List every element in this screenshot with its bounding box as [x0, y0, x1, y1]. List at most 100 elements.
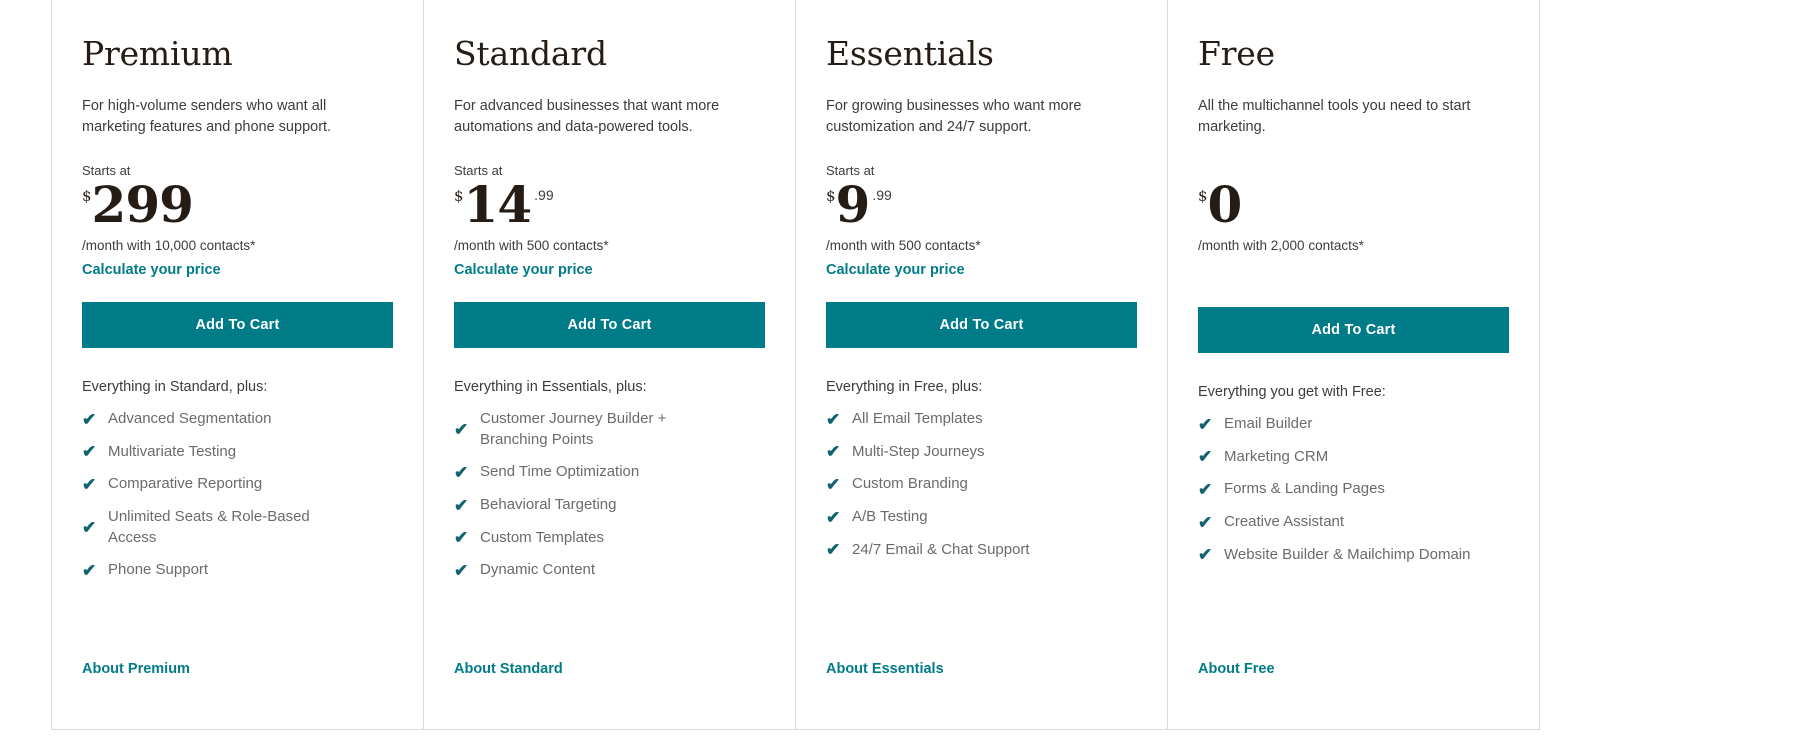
price-display: $9.99	[826, 175, 1137, 235]
feature-label: Comparative Reporting	[108, 475, 263, 493]
plan-description: All the multichannel tools you need to s…	[1198, 98, 1471, 135]
check-icon: ✔	[454, 561, 469, 581]
check-icon: ✔	[826, 409, 841, 429]
feature-label: Creative Assistant	[1224, 512, 1345, 530]
contacts-note: /month with 500 contacts*	[454, 238, 609, 254]
calculate-price-link[interactable]: Calculate your price	[826, 261, 965, 280]
feature-list: ✔ Email Builder ✔ Marketing CRM ✔ Forms & Lan…	[1198, 414, 1509, 565]
features-heading: Everything in Essentials, plus:	[454, 379, 647, 395]
price-cents: .99	[872, 187, 892, 204]
calculate-price-link[interactable]: Calculate your price	[454, 261, 593, 280]
contacts-note: /month with 2,000 contacts*	[1198, 238, 1364, 254]
check-icon: ✔	[454, 495, 469, 515]
check-icon: ✔	[454, 463, 469, 483]
plan-description: For advanced businesses that want more a…	[454, 98, 720, 135]
feature-label: Behavioral Targeting	[480, 495, 617, 513]
contacts-note: /month with 500 contacts*	[826, 238, 981, 254]
feature-label: 24/7 Email & Chat Support	[852, 540, 1030, 558]
plan-name: Free	[1198, 34, 1275, 73]
feature-label: Send Time Optimization	[480, 463, 640, 481]
feature-item: ✔ Multi-Step Journeys	[826, 442, 1137, 463]
price-display: $299	[82, 175, 393, 235]
feature-list: ✔ All Email Templates ✔ Multi-Step Journeys…	[826, 409, 1137, 560]
add-to-cart-button[interactable]: Add To Cart	[454, 302, 765, 348]
check-icon: ✔	[1198, 512, 1213, 532]
currency-symbol: $	[454, 187, 464, 206]
price-amount: 0	[1207, 175, 1243, 235]
add-to-cart-button[interactable]: Add To Cart	[82, 302, 393, 348]
feature-label: Unlimited Seats & Role-Based Access	[108, 507, 310, 546]
check-icon: ✔	[82, 409, 97, 429]
feature-item: ✔ Comparative Reporting	[82, 474, 393, 495]
plan-name: Premium	[82, 34, 233, 73]
about-plan-link[interactable]: About Essentials	[826, 661, 944, 677]
feature-item: ✔ A/B Testing	[826, 507, 1137, 528]
add-to-cart-button[interactable]: Add To Cart	[1198, 307, 1509, 353]
feature-item: ✔ All Email Templates	[826, 409, 1137, 430]
feature-label: Advanced Segmentation	[108, 409, 272, 427]
plan-description: For growing businesses who want more cus…	[826, 98, 1082, 135]
feature-label: Customer Journey Builder + Branching Poi…	[480, 409, 667, 448]
feature-item: ✔ Advanced Segmentation	[82, 409, 393, 430]
feature-label: Multivariate Testing	[108, 442, 237, 460]
feature-item: ✔ Customer Journey Builder + Branching Po…	[454, 409, 765, 450]
feature-item: ✔ Creative Assistant	[1198, 512, 1509, 533]
plan-column-free: Free All the multichannel tools you need …	[1167, 0, 1539, 729]
about-plan-link[interactable]: About Standard	[454, 661, 563, 677]
price-amount: 299	[91, 175, 194, 235]
check-icon: ✔	[82, 518, 97, 538]
feature-item: ✔ Unlimited Seats & Role-Based Access	[82, 507, 393, 548]
features-heading: Everything in Free, plus:	[826, 379, 983, 395]
starts-at-label: Starts at	[826, 163, 875, 179]
about-plan-link[interactable]: About Free	[1198, 661, 1275, 677]
feature-item: ✔ 24/7 Email & Chat Support	[826, 540, 1137, 561]
calculate-price-link[interactable]: Calculate your price	[82, 261, 221, 280]
features-heading: Everything in Standard, plus:	[82, 379, 268, 395]
feature-item: ✔ Phone Support	[82, 560, 393, 581]
check-icon: ✔	[1198, 447, 1213, 467]
plan-column-premium: Premium For high-volume senders who want …	[52, 0, 423, 729]
plan-description: For high-volume senders who want all mar…	[82, 98, 332, 135]
price-amount: 9	[835, 175, 871, 235]
check-icon: ✔	[826, 475, 841, 495]
about-plan-link[interactable]: About Premium	[82, 661, 190, 677]
add-to-cart-button[interactable]: Add To Cart	[826, 302, 1137, 348]
feature-list: ✔ Advanced Segmentation ✔ Multivariate Test…	[82, 409, 393, 581]
plan-name: Essentials	[826, 34, 994, 73]
feature-label: Phone Support	[108, 561, 209, 579]
contacts-note: /month with 10,000 contacts*	[82, 238, 256, 254]
feature-item: ✔ Dynamic Content	[454, 560, 765, 581]
feature-label: All Email Templates	[852, 409, 983, 427]
feature-item: ✔ Marketing CRM	[1198, 447, 1509, 468]
feature-item: ✔ Custom Templates	[454, 528, 765, 549]
feature-label: Email Builder	[1224, 414, 1313, 432]
check-icon: ✔	[454, 528, 469, 548]
check-icon: ✔	[82, 442, 97, 462]
check-icon: ✔	[1198, 414, 1213, 434]
feature-label: A/B Testing	[852, 507, 928, 525]
currency-symbol: $	[826, 187, 836, 206]
feature-item: ✔ Custom Branding	[826, 474, 1137, 495]
feature-label: Forms & Landing Pages	[1224, 480, 1385, 498]
feature-label: Dynamic Content	[480, 561, 596, 579]
price-amount: 14	[463, 175, 533, 235]
feature-item: ✔ Behavioral Targeting	[454, 495, 765, 516]
plan-column-essentials: Essentials For growing businesses who wan…	[795, 0, 1167, 729]
check-icon: ✔	[454, 420, 469, 440]
feature-label: Custom Templates	[480, 528, 604, 546]
check-icon: ✔	[1198, 545, 1213, 565]
features-heading: Everything you get with Free:	[1198, 384, 1386, 400]
price-display: $14.99	[454, 175, 765, 235]
currency-symbol: $	[1198, 187, 1208, 206]
check-icon: ✔	[82, 561, 97, 581]
feature-item: ✔ Email Builder	[1198, 414, 1509, 435]
pricing-plans-table: Premium For high-volume senders who want …	[51, 0, 1540, 730]
currency-symbol: $	[82, 187, 92, 206]
check-icon: ✔	[826, 540, 841, 560]
feature-label: Marketing CRM	[1224, 447, 1329, 465]
check-icon: ✔	[82, 475, 97, 495]
feature-label: Custom Branding	[852, 475, 968, 493]
plan-name: Standard	[454, 34, 607, 73]
check-icon: ✔	[1198, 480, 1213, 500]
feature-item: ✔ Multivariate Testing	[82, 442, 393, 463]
